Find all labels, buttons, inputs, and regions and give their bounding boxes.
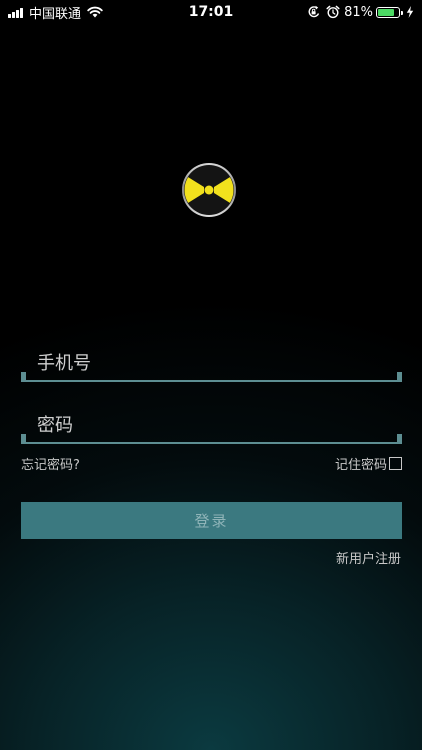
- phone-field-underline: [21, 380, 402, 382]
- forgot-password-link[interactable]: 忘记密码?: [21, 454, 80, 473]
- phone-number-field: [21, 346, 402, 382]
- phone-field-right-cap: [397, 372, 402, 382]
- status-bar: 中国联通 17:01 81%: [0, 0, 422, 24]
- register-link[interactable]: 新用户注册: [336, 548, 401, 567]
- phone-field-left-cap: [21, 372, 26, 382]
- remember-password-label: 记住密码: [334, 458, 387, 473]
- bowtie-logo-icon: [182, 163, 236, 217]
- remember-password-checkbox[interactable]: [389, 457, 402, 470]
- charging-bolt-icon: [406, 6, 414, 18]
- password-field-left-cap: [21, 434, 26, 444]
- login-button[interactable]: 登录: [21, 502, 402, 539]
- password-input[interactable]: [37, 408, 387, 442]
- phone-number-input[interactable]: [37, 346, 387, 380]
- battery-level-fill: [378, 8, 395, 16]
- password-field-right-cap: [397, 434, 402, 444]
- alarm-icon: [326, 5, 340, 19]
- battery-percent: 81%: [344, 4, 373, 20]
- password-field: [21, 408, 402, 444]
- rotation-lock-icon: [308, 5, 320, 18]
- remember-password-toggle[interactable]: 记住密码: [335, 454, 402, 473]
- battery-icon: [376, 6, 403, 18]
- password-field-underline: [21, 442, 402, 444]
- status-bar-right: 81%: [307, 3, 414, 21]
